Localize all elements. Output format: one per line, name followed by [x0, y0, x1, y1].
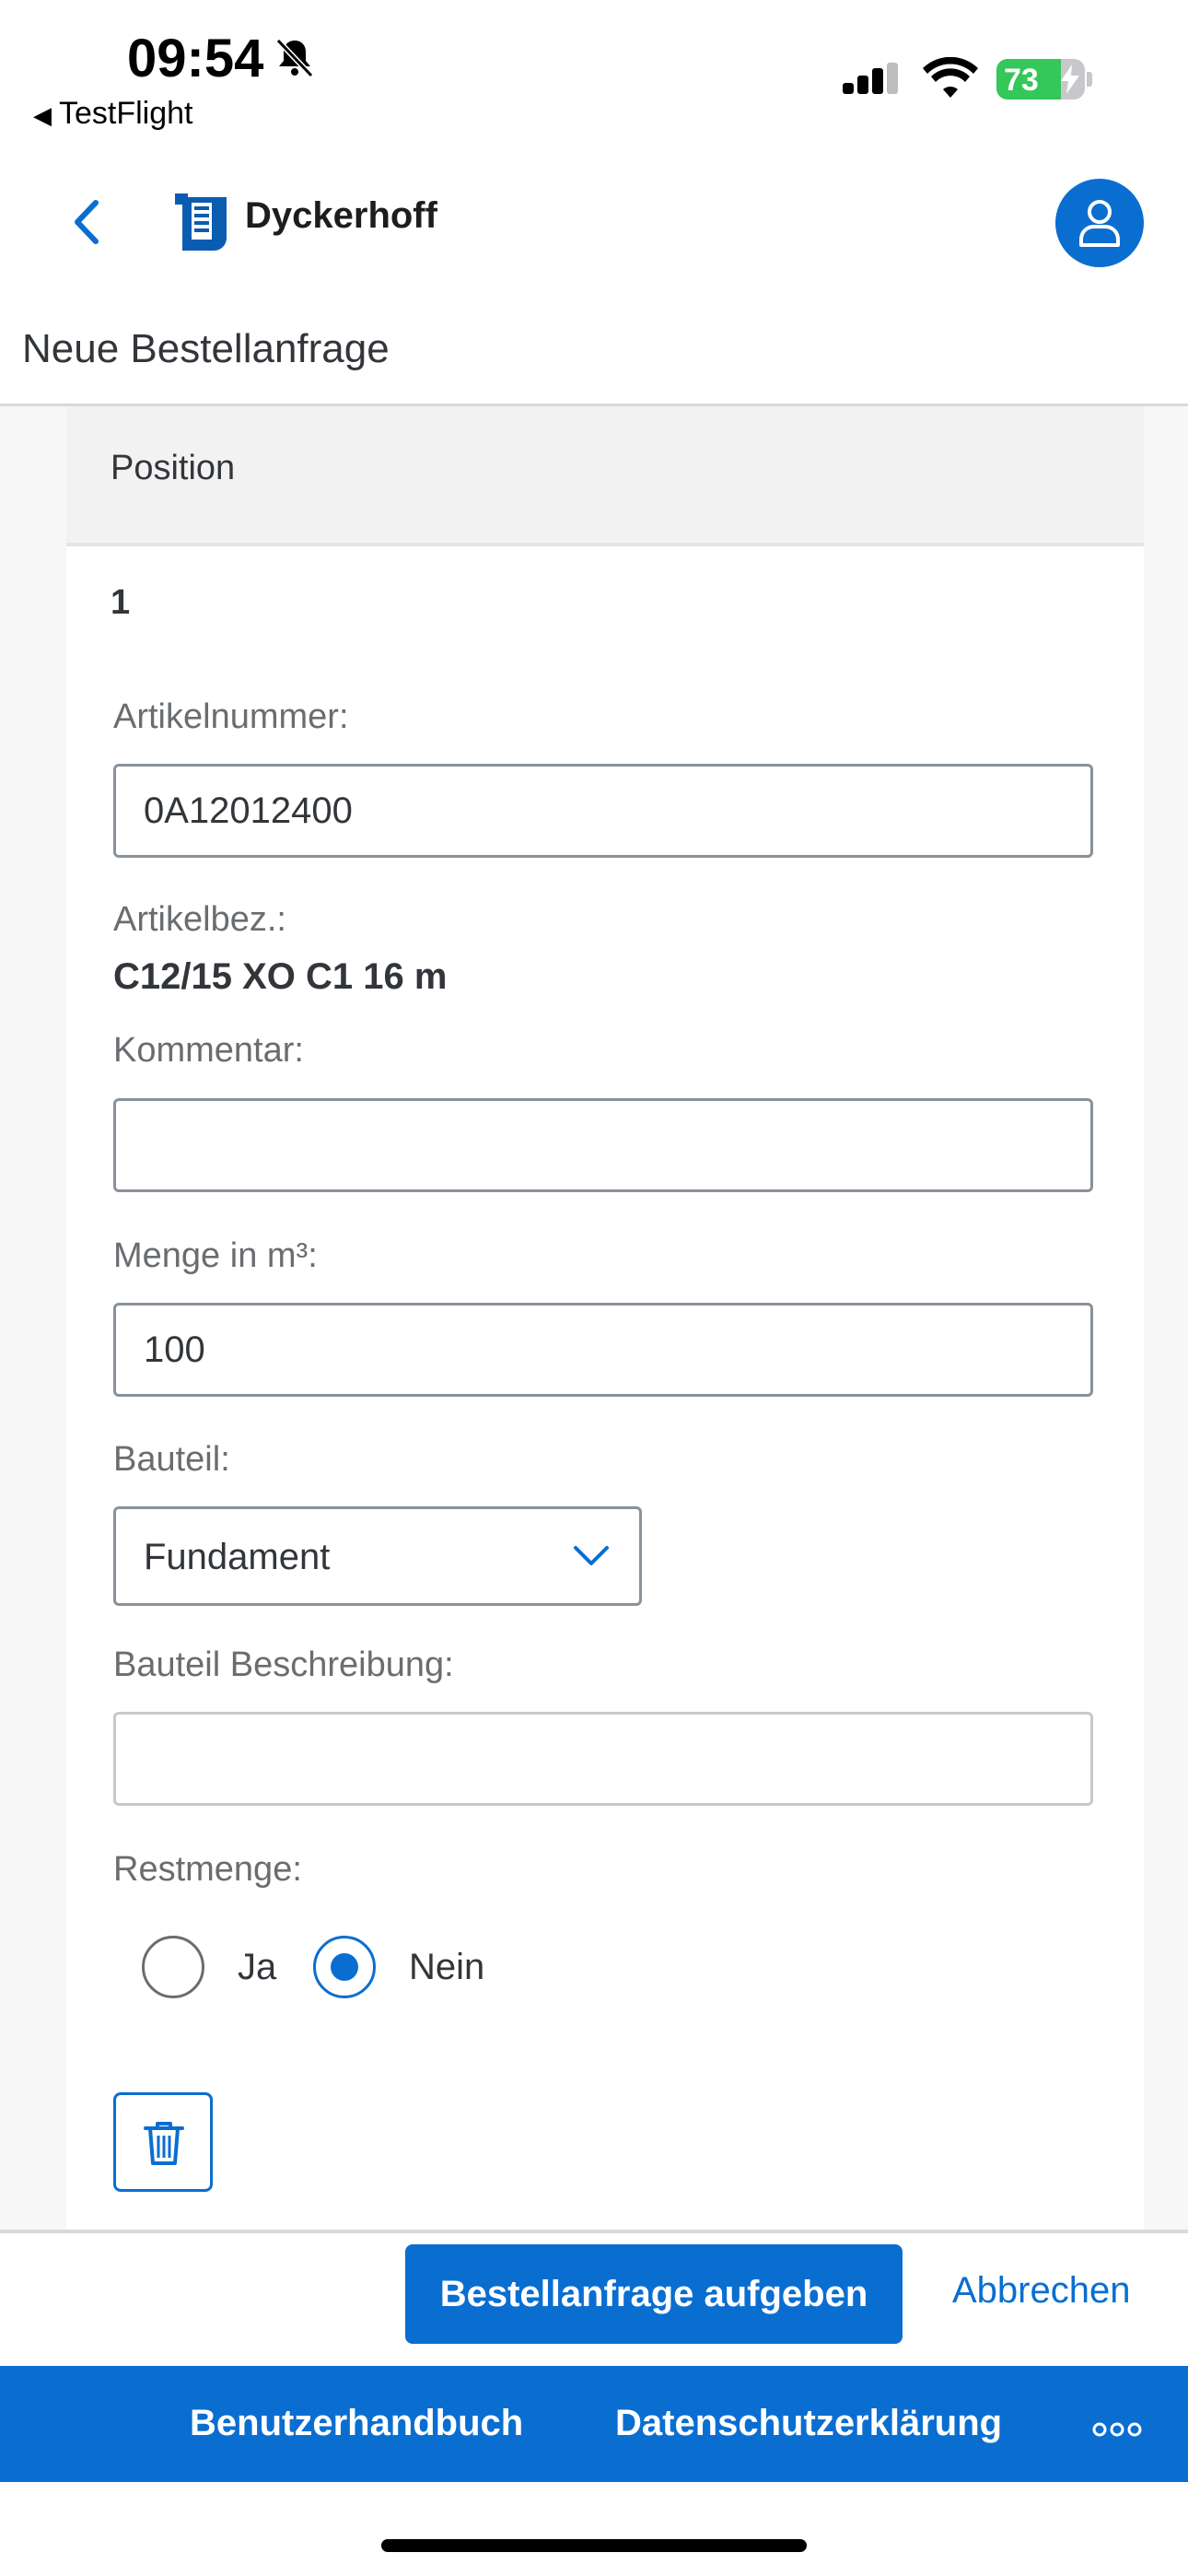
- wifi-icon: [923, 56, 978, 104]
- kommentar-label: Kommentar:: [113, 1031, 304, 1070]
- bauteil-select[interactable]: Fundament: [113, 1506, 642, 1606]
- kommentar-input[interactable]: [113, 1098, 1093, 1192]
- user-manual-link[interactable]: Benutzerhandbuch: [190, 2403, 523, 2444]
- position-column-header: Position: [111, 449, 236, 487]
- position-number: 1: [111, 583, 131, 622]
- user-icon: [1079, 200, 1120, 247]
- restmenge-nein-radio[interactable]: [313, 1936, 376, 1998]
- artikelbez-label: Artikelbez.:: [113, 900, 286, 939]
- battery-percent: 73: [1004, 63, 1039, 98]
- status-bar: 09:54 ◀ TestFlight 73: [0, 0, 1188, 147]
- delete-position-button[interactable]: [113, 2092, 213, 2192]
- chevron-down-icon: [573, 1544, 610, 1573]
- restmenge-ja-radio[interactable]: [142, 1936, 204, 1998]
- bauteil-beschreibung-label: Bauteil Beschreibung:: [113, 1645, 454, 1684]
- menge-label: Menge in m³:: [113, 1236, 318, 1275]
- menge-input[interactable]: [113, 1303, 1093, 1397]
- restmenge-label: Restmenge:: [113, 1850, 302, 1889]
- battery-indicator: 73: [996, 59, 1085, 100]
- more-options-icon[interactable]: [1092, 2421, 1142, 2442]
- privacy-policy-link[interactable]: Datenschutzerklärung: [615, 2403, 1002, 2444]
- bauteil-beschreibung-input[interactable]: [113, 1712, 1093, 1806]
- bauteil-label: Bauteil:: [113, 1440, 230, 1479]
- position-table-header: Position: [66, 406, 1144, 546]
- page-title: Neue Bestellanfrage: [22, 326, 390, 371]
- footer-bar: Benutzerhandbuch Datenschutzerklärung: [0, 2366, 1188, 2482]
- artikelnummer-input[interactable]: [113, 764, 1093, 858]
- restmenge-ja-label: Ja: [238, 1947, 277, 1987]
- trash-icon: [144, 2122, 184, 2165]
- dyckerhoff-logo: [175, 190, 234, 257]
- back-to-app-link[interactable]: ◀ TestFlight: [33, 96, 193, 132]
- brand-name: Dyckerhoff: [245, 195, 437, 236]
- bauteil-selected-value: Fundament: [144, 1537, 331, 1577]
- back-chevron-icon[interactable]: [72, 199, 99, 250]
- cancel-button[interactable]: Abbrechen: [952, 2270, 1130, 2312]
- submit-order-request-button[interactable]: Bestellanfrage aufgeben: [405, 2244, 903, 2344]
- user-avatar-button[interactable]: [1055, 179, 1144, 267]
- home-indicator[interactable]: [381, 2539, 807, 2552]
- action-bar: Bestellanfrage aufgeben Abbrechen: [0, 2230, 1188, 2370]
- shell-bar: Dyckerhoff: [0, 147, 1188, 295]
- artikelbez-value: C12/15 XO C1 16 m: [113, 956, 448, 997]
- bell-muted-icon: [273, 35, 317, 84]
- restmenge-nein-label: Nein: [409, 1947, 485, 1987]
- home-indicator-area: [0, 2482, 1188, 2576]
- charging-bolt-icon: [1061, 64, 1079, 99]
- cellular-signal-icon: [843, 63, 907, 104]
- back-triangle-icon: ◀: [33, 101, 52, 129]
- battery-cap: [1087, 72, 1092, 87]
- page-header: Neue Bestellanfrage: [0, 295, 1188, 406]
- artikelnummer-label: Artikelnummer:: [113, 697, 349, 736]
- back-app-label: TestFlight: [59, 96, 193, 131]
- position-card: Position 1 Artikelnummer: Artikelbez.: C…: [66, 406, 1144, 2231]
- status-time: 09:54: [127, 29, 264, 88]
